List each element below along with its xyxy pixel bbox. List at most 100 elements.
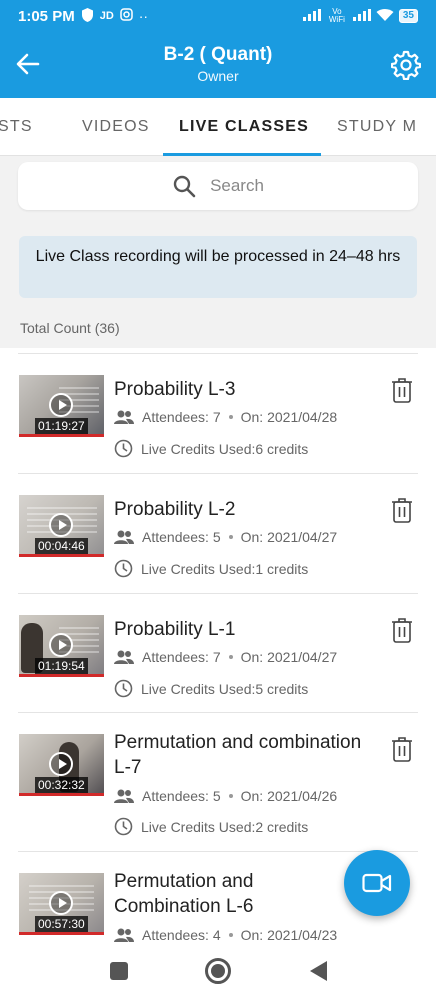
arrow-left-icon [16, 53, 40, 75]
credits-used: Live Credits Used:6 credits [141, 440, 309, 457]
delete-button[interactable] [388, 375, 416, 405]
tab-bar: STS VIDEOS LIVE CLASSES STUDY M [0, 98, 436, 156]
triangle-back-icon [310, 961, 327, 981]
people-icon [114, 928, 134, 942]
class-date: On: 2021/04/26 [240, 788, 338, 804]
separator-dot [228, 655, 233, 659]
tab-live-classes[interactable]: LIVE CLASSES [179, 98, 309, 155]
search-placeholder: Search [210, 176, 264, 195]
back-nav-button[interactable] [306, 959, 330, 983]
clock-icon [114, 679, 133, 698]
class-date: On: 2021/04/23 [240, 927, 338, 942]
people-icon [114, 789, 134, 803]
attendees-count: Attendees: 5 [142, 788, 221, 804]
clock-icon [114, 559, 133, 578]
status-bar: 1:05 PM JD ·· Vo WiFi 35 [0, 0, 436, 32]
credits-used: Live Credits Used:1 credits [141, 560, 309, 577]
play-icon [49, 513, 73, 537]
list-item[interactable]: 01:19:27 Probability L-3 Attendees: 7 On… [0, 353, 436, 473]
item-title: Probability L-1 [114, 619, 236, 640]
play-icon [49, 393, 73, 417]
delete-button[interactable] [388, 615, 416, 645]
more-notifications-icon: ·· [138, 8, 149, 24]
divider [18, 593, 418, 594]
class-date: On: 2021/04/28 [240, 409, 338, 425]
separator-dot [228, 933, 233, 937]
credits-used: Live Credits Used:2 credits [141, 818, 309, 835]
gear-icon [391, 50, 421, 80]
system-nav-bar [0, 942, 436, 1000]
app-bar: B-2 ( Quant) Owner [0, 32, 436, 98]
trash-icon [392, 737, 412, 762]
item-title: Permutation and Combination L-6 [114, 871, 254, 917]
status-time: 1:05 PM [18, 7, 75, 25]
video-duration: 00:57:30 [35, 916, 88, 932]
separator-dot [228, 794, 233, 798]
total-count: Total Count (36) [20, 320, 120, 336]
tab-tests[interactable]: STS [0, 98, 33, 155]
jd-app-icon: JD [99, 10, 114, 22]
video-thumbnail[interactable]: 00:32:32 [19, 734, 104, 796]
search-area: Search [0, 156, 436, 218]
home-button[interactable] [204, 957, 232, 985]
tab-study-material[interactable]: STUDY M [337, 98, 417, 155]
recording-notice: Live Class recording will be processed i… [19, 236, 417, 298]
back-button[interactable] [14, 50, 42, 78]
separator-dot [228, 415, 233, 419]
start-live-class-button[interactable] [344, 850, 410, 916]
delete-button[interactable] [388, 495, 416, 525]
list-item[interactable]: 01:19:54 Probability L-1 Attendees: 7 On… [0, 593, 436, 713]
attendees-count: Attendees: 7 [142, 649, 221, 665]
search-input[interactable]: Search [18, 162, 418, 210]
divider [18, 712, 418, 713]
delete-button[interactable] [388, 734, 416, 764]
video-thumbnail[interactable]: 00:04:46 [19, 495, 104, 557]
people-icon [114, 650, 134, 664]
trash-icon [392, 498, 412, 523]
search-icon [173, 175, 196, 198]
people-icon [114, 530, 134, 544]
circle-icon [205, 958, 231, 984]
video-duration: 00:04:46 [35, 538, 88, 554]
video-camera-icon [362, 873, 392, 893]
video-thumbnail[interactable]: 01:19:54 [19, 615, 104, 677]
play-icon [49, 891, 73, 915]
signal-icon [302, 8, 321, 24]
battery-indicator: 35 [398, 9, 418, 23]
page-subtitle: Owner [197, 68, 239, 84]
attendees-count: Attendees: 5 [142, 529, 221, 545]
instagram-icon [120, 8, 133, 24]
clock-icon [114, 817, 133, 836]
vowifi-label: Vo WiFi [328, 7, 345, 24]
notice-area: Live Class recording will be processed i… [0, 218, 436, 348]
separator-dot [228, 535, 233, 539]
item-title: Permutation and combination L-7 [114, 732, 362, 778]
divider [18, 353, 418, 354]
wifi-icon [376, 8, 394, 25]
people-icon [114, 410, 134, 424]
item-title: Probability L-3 [114, 379, 236, 400]
page-title: B-2 ( Quant) [163, 44, 273, 65]
attendees-count: Attendees: 4 [142, 927, 221, 942]
list-item[interactable]: 00:32:32 Permutation and combination L-7… [0, 712, 436, 852]
video-thumbnail[interactable]: 01:19:27 [19, 375, 104, 437]
trash-icon [392, 618, 412, 643]
shield-icon [81, 7, 94, 25]
video-duration: 01:19:54 [35, 658, 88, 674]
square-icon [110, 962, 128, 980]
list-item[interactable]: 00:04:46 Probability L-2 Attendees: 5 On… [0, 473, 436, 593]
item-title: Probability L-2 [114, 499, 236, 520]
video-duration: 01:19:27 [35, 418, 88, 434]
class-date: On: 2021/04/27 [240, 649, 338, 665]
video-thumbnail[interactable]: 00:57:30 [19, 873, 104, 935]
video-duration: 00:32:32 [35, 777, 88, 793]
divider [18, 473, 418, 474]
tab-videos[interactable]: VIDEOS [82, 98, 150, 155]
signal-icon-2 [352, 8, 371, 24]
divider [18, 851, 418, 852]
attendees-count: Attendees: 7 [142, 409, 221, 425]
settings-button[interactable] [390, 49, 422, 81]
recents-button[interactable] [107, 959, 131, 983]
credits-used: Live Credits Used:5 credits [141, 680, 309, 697]
play-icon [49, 752, 73, 776]
